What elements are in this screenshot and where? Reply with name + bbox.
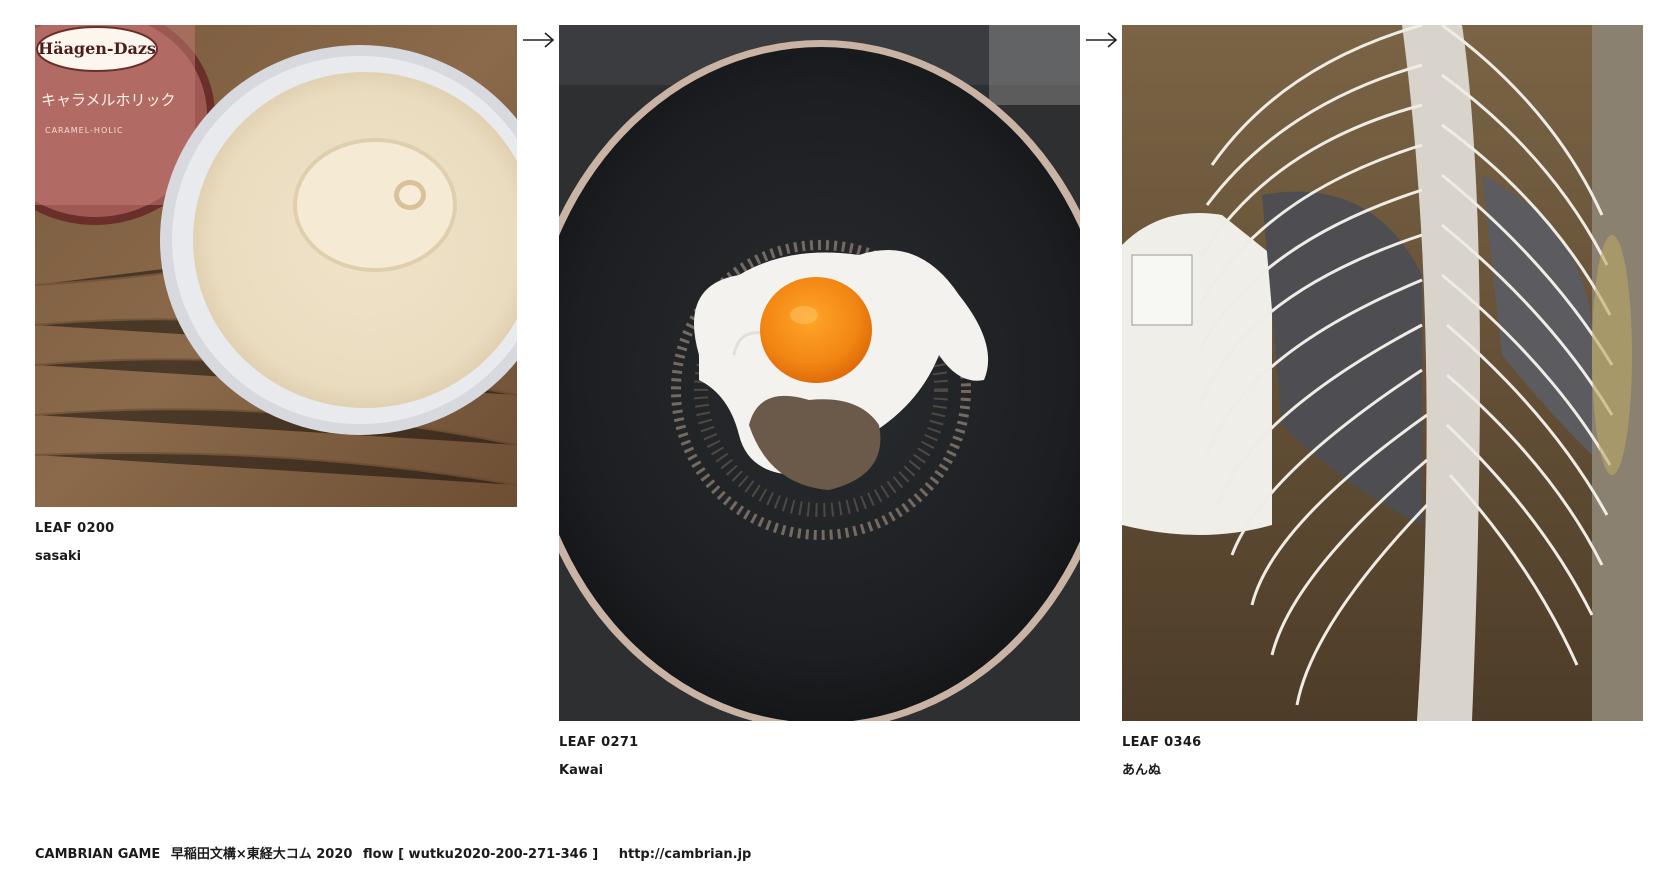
- leaf-id-label: LEAF 0271: [559, 735, 639, 750]
- leaf-id-label: LEAF 0200: [35, 521, 115, 536]
- ice-cream-cup-photo-icon: Häagen-Dazs キャラメルホリック CARAMEL-HOLIC: [35, 25, 517, 507]
- svg-text:CARAMEL-HOLIC: CARAMEL-HOLIC: [45, 126, 124, 135]
- leaf-card-0271[interactable]: LEAF 0271 Kawai: [559, 25, 1080, 779]
- leaf-photo-fan[interactable]: [1122, 25, 1643, 721]
- leaf-card-0200[interactable]: Häagen-Dazs キャラメルホリック CARAMEL-HOLIC LEAF…: [35, 25, 517, 565]
- right-arrow-icon: [523, 32, 555, 48]
- electric-fan-photo-icon: [1122, 25, 1643, 721]
- leaf-photo-ice-cream[interactable]: Häagen-Dazs キャラメルホリック CARAMEL-HOLIC: [35, 25, 517, 507]
- footer-url-link[interactable]: http://cambrian.jp: [619, 847, 752, 862]
- leaf-author-name[interactable]: あんぬ: [1122, 763, 1643, 779]
- footer-project: 早稲田文構×東経大コム 2020: [170, 847, 353, 862]
- leaf-author-name[interactable]: sasaki: [35, 549, 517, 565]
- leaf-photo-fried-egg[interactable]: [559, 25, 1080, 721]
- svg-text:キャラメルホリック: キャラメルホリック: [41, 91, 176, 109]
- footer: CAMBRIAN GAME 早稲田文構×東経大コム 2020 flow [ wu…: [35, 843, 751, 862]
- leaf-author-name[interactable]: Kawai: [559, 763, 1080, 779]
- footer-title: CAMBRIAN GAME: [35, 847, 161, 862]
- leaf-card-0346[interactable]: LEAF 0346 あんぬ: [1122, 25, 1643, 779]
- footer-flow: flow [ wutku2020-200-271-346 ]: [362, 847, 599, 862]
- svg-text:Häagen-Dazs: Häagen-Dazs: [38, 39, 156, 58]
- fried-egg-pan-photo-icon: [559, 25, 1080, 721]
- right-arrow-icon: [1086, 32, 1118, 48]
- leaf-id-label: LEAF 0346: [1122, 735, 1202, 750]
